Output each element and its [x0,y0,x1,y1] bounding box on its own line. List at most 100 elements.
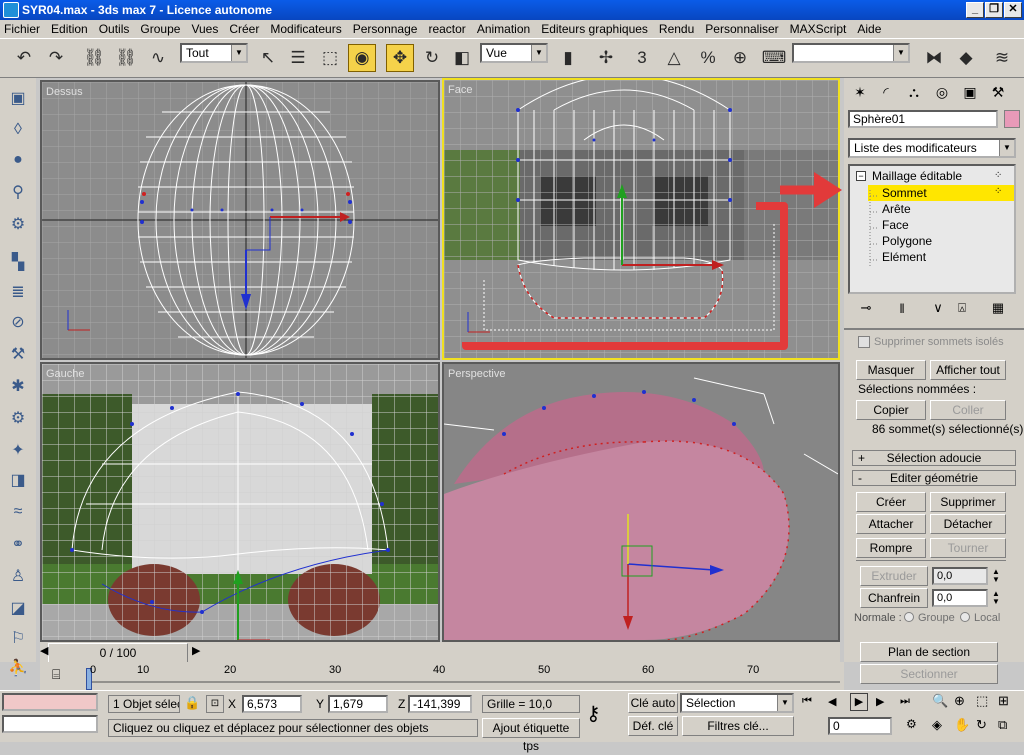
stack-collapse-icon[interactable]: − [856,171,866,181]
maximize-viewport-icon[interactable]: ⧉ [998,717,1007,733]
delete-button[interactable]: Supprimer [930,492,1006,512]
remove-modifier-icon[interactable]: ⍓ [952,298,972,318]
select-object-icon[interactable]: ↖ [254,44,282,72]
rope-icon[interactable]: ⚲ [6,180,30,204]
x-coordinate-field[interactable]: 6,573 [242,695,302,713]
hide-button[interactable]: Masquer [856,360,926,380]
arc-rotate-icon[interactable]: ↻ [976,717,987,733]
zoom-all-icon[interactable]: ⊕ [954,693,965,709]
fracture-icon[interactable]: ✦ [6,438,30,462]
create-tab-icon[interactable]: ✶ [848,80,872,104]
paste-button[interactable]: Coller [930,400,1006,420]
menu-editeurs-graphiques[interactable]: Editeurs graphiques [541,22,648,36]
zoom-extents-all-icon[interactable]: ⊞ [998,693,1009,709]
time-slider-track[interactable]: 0 / 100 ▶ ◀ [40,642,840,663]
toy-car-icon[interactable]: ⚙ [6,406,30,430]
spinner-arrows-icon[interactable]: ▲ ▼ [992,568,1000,584]
link-icon[interactable]: ⛓ [80,44,108,72]
extrude-button[interactable]: Extruder [860,566,928,586]
show-end-result-icon[interactable]: ǁ [892,298,912,318]
select-by-name-icon[interactable]: ☰ [284,44,312,72]
section-button[interactable]: Sectionner [860,664,998,684]
preview-icon[interactable]: ⛹ [6,656,30,680]
next-frame-icon[interactable]: ▶ [192,644,200,657]
wind-icon[interactable]: ✱ [6,374,30,398]
menu-maxscript[interactable]: MAXScript [790,22,847,36]
spring-icon[interactable]: ≣ [6,280,30,304]
object-color-swatch[interactable] [1004,110,1020,128]
point-icon[interactable]: ◪ [6,596,30,620]
previous-frame-icon[interactable]: ◀ [828,695,836,708]
set-key-icon[interactable]: ⚷ [586,701,601,726]
pivot-center-icon[interactable]: ▮ [554,44,582,72]
cloth-collection-icon[interactable]: ◊ [6,118,30,142]
soft-body-icon[interactable]: ● [6,148,30,172]
water-icon[interactable]: ◨ [6,468,30,492]
viewport-perspective[interactable]: Perspective [442,362,840,642]
track-bar[interactable]: ⌸ 0 10 20 30 40 50 60 70 [40,662,844,690]
stack-root-label[interactable]: Maillage éditable [872,169,962,183]
dashpot-icon[interactable]: ⊘ [6,310,30,334]
copy-button[interactable]: Copier [856,400,926,420]
next-frame-icon[interactable]: ▶ [876,695,884,708]
bind-space-warp-icon[interactable]: ∿ [144,44,172,72]
spinner-arrows-icon[interactable]: ▲ ▼ [992,590,1000,606]
absolute-mode-icon[interactable]: ⊡ [206,695,224,713]
modify-tab-icon[interactable]: ◜ [874,80,898,104]
redo-icon[interactable]: ↷ [42,44,70,72]
selection-filter-combo[interactable]: Tout ▼ [180,43,248,63]
hierarchy-tab-icon[interactable]: ⛬ [902,80,926,104]
hinge-icon[interactable]: ⚭ [6,532,30,556]
soft-selection-rollout[interactable]: + Sélection adoucie [852,450,1016,466]
menu-vues[interactable]: Vues [191,22,218,36]
constraint-icon[interactable]: ≈ [6,500,30,524]
pan-icon[interactable]: ✋ [954,717,970,733]
menu-modificateurs[interactable]: Modificateurs [270,22,341,36]
mirror-icon[interactable]: ⧓ [920,44,948,72]
create-button[interactable]: Créer [856,492,926,512]
rectangular-selection-icon[interactable]: ⬚ [316,44,344,72]
spinner-snap-icon[interactable]: ⊕ [726,44,754,72]
zoom-icon[interactable]: 🔍 [932,693,948,709]
extrude-amount-spinner[interactable]: 0,0 [932,567,988,585]
menu-personnaliser[interactable]: Personnaliser [705,22,778,36]
go-to-start-icon[interactable]: ⏮ [802,695,812,708]
chamfer-button[interactable]: Chanfrein [860,588,928,608]
analyze-icon[interactable]: ⚐ [6,626,30,650]
align-icon[interactable]: ◆ [952,44,980,72]
attach-button[interactable]: Attacher [856,514,926,534]
menu-personnage[interactable]: Personnage [353,22,418,36]
configure-sets-icon[interactable]: ▦ [988,298,1008,318]
stack-item-face[interactable]: Face [882,218,909,232]
chamfer-amount-spinner[interactable]: 0,0 [932,589,988,607]
field-of-view-icon[interactable]: ◈ [932,717,942,733]
stack-item-arete[interactable]: Arête [882,202,911,216]
set-key-button[interactable]: Déf. clé [628,716,678,736]
maxscript-listener-white[interactable] [2,715,98,733]
lock-selection-icon[interactable]: 🔒 [184,695,200,711]
viewport-left[interactable]: Gauche [40,362,440,642]
section-plane-button[interactable]: Plan de section [860,642,998,662]
maximize-button[interactable]: ❐ [985,2,1003,18]
menu-creer[interactable]: Créer [229,22,259,36]
turn-button[interactable]: Tourner [930,538,1006,558]
time-config-icon[interactable]: ⚙ [906,717,917,731]
move-icon[interactable]: ✥ [386,44,414,72]
deform-mesh-icon[interactable]: ⚙ [6,212,30,236]
key-filters-button[interactable]: Filtres clé... [682,716,794,736]
motor-icon[interactable]: ⚒ [6,342,30,366]
normal-local-radio[interactable] [960,612,970,622]
curve-editor-icon[interactable]: ⌸ [52,666,60,683]
maxscript-listener-pink[interactable] [2,693,98,711]
menu-aide[interactable]: Aide [857,22,881,36]
modifier-list-combo[interactable]: Liste des modificateurs ▼ [848,138,1016,158]
reference-coord-combo[interactable]: Vue ▼ [480,43,548,63]
menu-groupe[interactable]: Groupe [140,22,180,36]
menu-reactor[interactable]: reactor [428,22,465,36]
snap-toggle-icon[interactable]: 3 [628,44,656,72]
y-coordinate-field[interactable]: 1,679 [328,695,388,713]
percent-snap-icon[interactable]: % [694,44,722,72]
edit-geometry-rollout[interactable]: - Editer géométrie [852,470,1016,486]
window-crossing-icon[interactable]: ◉ [348,44,376,72]
unlink-icon[interactable]: ⛓ [112,44,140,72]
